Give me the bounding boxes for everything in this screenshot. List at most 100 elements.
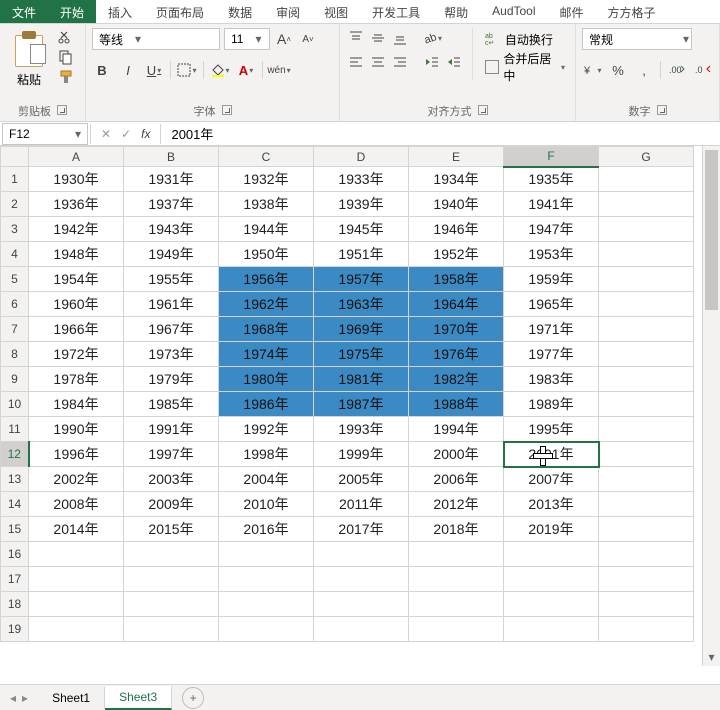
cell[interactable]	[599, 392, 694, 417]
underline-button[interactable]: U▾	[144, 60, 164, 80]
merge-center-button[interactable]: 合并后居中 ▾	[481, 56, 569, 78]
cell[interactable]	[599, 542, 694, 567]
cell[interactable]: 2007年	[504, 467, 599, 492]
cell[interactable]	[599, 592, 694, 617]
cell[interactable]: 2016年	[219, 517, 314, 542]
sheet-nav-next[interactable]: ▸	[22, 691, 28, 705]
cell[interactable]	[219, 542, 314, 567]
number-format-combo[interactable]: 常规▾	[582, 28, 692, 50]
cell[interactable]: 1963年	[314, 292, 409, 317]
tab-view[interactable]: 视图	[312, 0, 360, 23]
confirm-edit-icon[interactable]: ✓	[121, 127, 131, 141]
row-header-15[interactable]: 15	[1, 517, 29, 542]
cell[interactable]: 1930年	[29, 167, 124, 192]
cell[interactable]: 1998年	[219, 442, 314, 467]
cell[interactable]: 1978年	[29, 367, 124, 392]
font-dialog-launcher[interactable]	[222, 105, 232, 115]
cell[interactable]: 2000年	[409, 442, 504, 467]
cell[interactable]: 1938年	[219, 192, 314, 217]
col-header-G[interactable]: G	[599, 147, 694, 167]
alignment-dialog-launcher[interactable]	[478, 105, 488, 115]
tab-file[interactable]: 文件	[0, 0, 48, 23]
cell[interactable]: 1988年	[409, 392, 504, 417]
row-header-14[interactable]: 14	[1, 492, 29, 517]
sheet-tab-sheet3[interactable]: Sheet3	[105, 686, 172, 710]
select-all-corner[interactable]	[1, 147, 29, 167]
align-top-button[interactable]	[346, 28, 366, 48]
row-header-13[interactable]: 13	[1, 467, 29, 492]
sheet-nav-prev[interactable]: ◂	[10, 691, 16, 705]
cell[interactable]: 1934年	[409, 167, 504, 192]
cell[interactable]	[599, 192, 694, 217]
cell[interactable]: 2012年	[409, 492, 504, 517]
cell[interactable]: 1969年	[314, 317, 409, 342]
cell[interactable]: 2017年	[314, 517, 409, 542]
cell[interactable]: 1973年	[124, 342, 219, 367]
cell[interactable]: 2001年	[504, 442, 599, 467]
font-size-combo[interactable]: 11▾	[224, 28, 270, 50]
insert-function-button[interactable]: fx	[141, 127, 150, 141]
wrap-text-button[interactable]: abc↵ 自动换行	[481, 28, 569, 50]
cell[interactable]: 2014年	[29, 517, 124, 542]
cell[interactable]: 1951年	[314, 242, 409, 267]
cell[interactable]: 1936年	[29, 192, 124, 217]
cell[interactable]: 1950年	[219, 242, 314, 267]
cell[interactable]: 1952年	[409, 242, 504, 267]
cell[interactable]: 1944年	[219, 217, 314, 242]
cell[interactable]: 1959年	[504, 267, 599, 292]
row-header-18[interactable]: 18	[1, 592, 29, 617]
cell[interactable]: 2018年	[409, 517, 504, 542]
cell[interactable]: 2004年	[219, 467, 314, 492]
col-header-A[interactable]: A	[29, 147, 124, 167]
cell[interactable]: 1940年	[409, 192, 504, 217]
cell[interactable]: 1991年	[124, 417, 219, 442]
row-header-2[interactable]: 2	[1, 192, 29, 217]
cell[interactable]	[409, 617, 504, 642]
cell[interactable]: 1935年	[504, 167, 599, 192]
cell[interactable]: 1931年	[124, 167, 219, 192]
cell[interactable]: 2013年	[504, 492, 599, 517]
scroll-down-arrow[interactable]: ▾	[703, 650, 720, 666]
cell[interactable]: 2005年	[314, 467, 409, 492]
cell[interactable]: 2006年	[409, 467, 504, 492]
cell[interactable]	[29, 542, 124, 567]
cell[interactable]: 1966年	[29, 317, 124, 342]
increase-indent-button[interactable]	[444, 52, 464, 72]
cell[interactable]: 1989年	[504, 392, 599, 417]
cell[interactable]	[599, 467, 694, 492]
cell[interactable]: 1982年	[409, 367, 504, 392]
cell[interactable]: 2015年	[124, 517, 219, 542]
cell[interactable]: 2011年	[314, 492, 409, 517]
cell[interactable]: 1961年	[124, 292, 219, 317]
font-name-combo[interactable]: 等线▾	[92, 28, 220, 50]
tab-help[interactable]: 帮助	[432, 0, 480, 23]
cell[interactable]	[409, 567, 504, 592]
tab-review[interactable]: 审阅	[264, 0, 312, 23]
vscroll-thumb[interactable]	[705, 150, 718, 310]
cell[interactable]: 1976年	[409, 342, 504, 367]
cell[interactable]: 1995年	[504, 417, 599, 442]
cell[interactable]	[599, 617, 694, 642]
fill-color-button[interactable]: ▾	[210, 60, 230, 80]
formula-input[interactable]: 2001年	[161, 124, 223, 143]
cell[interactable]: 1981年	[314, 367, 409, 392]
cell[interactable]	[124, 567, 219, 592]
cell[interactable]: 1945年	[314, 217, 409, 242]
tab-home[interactable]: 开始	[48, 0, 96, 23]
cell[interactable]: 1992年	[219, 417, 314, 442]
row-header-9[interactable]: 9	[1, 367, 29, 392]
cell[interactable]: 1965年	[504, 292, 599, 317]
row-header-5[interactable]: 5	[1, 267, 29, 292]
cell[interactable]: 1984年	[29, 392, 124, 417]
row-header-4[interactable]: 4	[1, 242, 29, 267]
col-header-F[interactable]: F	[504, 147, 599, 167]
col-header-D[interactable]: D	[314, 147, 409, 167]
cell[interactable]: 2008年	[29, 492, 124, 517]
cell[interactable]	[599, 167, 694, 192]
cell[interactable]: 1933年	[314, 167, 409, 192]
border-button[interactable]: ▾	[177, 60, 197, 80]
cell[interactable]	[314, 567, 409, 592]
cell[interactable]: 1946年	[409, 217, 504, 242]
decrease-decimal-button[interactable]: .0	[693, 60, 713, 80]
cell[interactable]: 1993年	[314, 417, 409, 442]
